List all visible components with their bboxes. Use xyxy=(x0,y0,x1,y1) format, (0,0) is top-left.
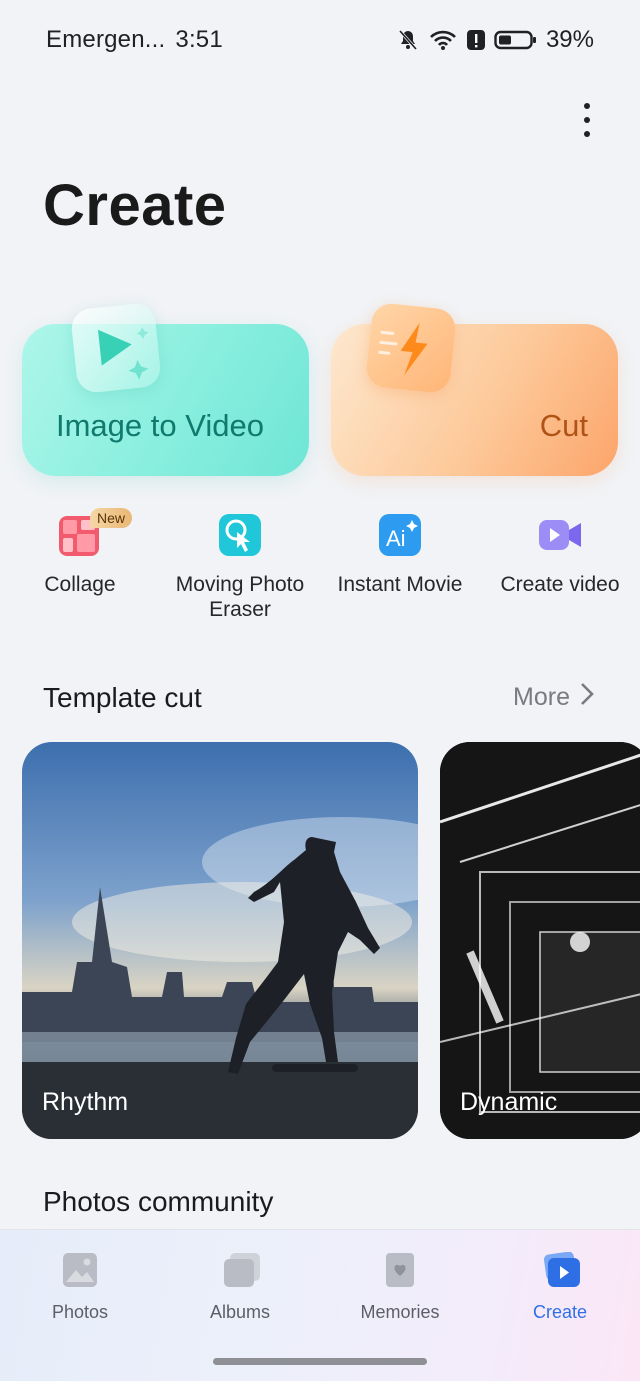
template-card-rhythm[interactable]: Rhythm xyxy=(22,742,418,1139)
more-vert-dot xyxy=(584,131,590,137)
create-icon xyxy=(542,1251,580,1288)
bell-muted-icon xyxy=(396,28,420,52)
template-cut-title: Template cut xyxy=(43,682,202,713)
nav-photos[interactable]: Photos xyxy=(0,1252,160,1323)
more-label: More xyxy=(513,683,570,711)
photo-icon xyxy=(62,1252,98,1288)
image-to-video-label: Image to Video xyxy=(56,408,264,443)
carrier-label: Emergen... xyxy=(46,26,166,53)
home-indicator[interactable] xyxy=(213,1358,427,1365)
more-options-button[interactable] xyxy=(572,100,602,140)
status-bar: Emergen... 3:51 39% xyxy=(0,0,640,80)
new-badge: New xyxy=(90,508,133,528)
more-vert-dot xyxy=(584,117,590,123)
ai-icon: Ai xyxy=(377,512,423,558)
cut-card[interactable]: Cut xyxy=(331,301,618,476)
memories-icon xyxy=(382,1252,418,1288)
nav-create[interactable]: Create xyxy=(480,1251,640,1323)
nav-albums[interactable]: Albums xyxy=(160,1252,320,1323)
wifi-icon xyxy=(428,28,458,52)
video-camera-icon xyxy=(537,512,583,558)
create-video-label: Create video xyxy=(500,573,620,596)
photos-community-title: Photos community xyxy=(43,1186,274,1217)
battery-icon xyxy=(494,28,538,52)
nav-albums-label: Albums xyxy=(209,1302,271,1322)
instant-movie-label: Instant Movie xyxy=(337,573,463,596)
moving-photo-eraser-tool[interactable]: Moving Photo Eraser xyxy=(160,512,320,622)
battery-percent: 39% xyxy=(545,26,594,53)
rhythm-thumbnail xyxy=(22,817,418,1139)
status-right: 39% xyxy=(396,26,594,54)
instant-movie-tool[interactable]: Ai Instant Movie xyxy=(320,512,480,597)
nav-memories[interactable]: Memories xyxy=(320,1252,480,1323)
nav-photos-label: Photos xyxy=(51,1302,109,1322)
collage-label: Collage xyxy=(44,573,116,596)
lightning-icon xyxy=(364,301,458,395)
dynamic-thumbnail xyxy=(440,742,640,1139)
cut-label: Cut xyxy=(539,408,588,443)
image-to-video-card[interactable]: Image to Video xyxy=(22,301,309,476)
play-sparkle-icon xyxy=(69,301,163,395)
touch-eraser-icon xyxy=(217,512,263,558)
page-title: Create xyxy=(43,173,227,238)
clock: 3:51 xyxy=(175,26,223,53)
alert-icon xyxy=(466,28,486,52)
albums-icon xyxy=(222,1252,260,1288)
svg-text:Ai: Ai xyxy=(386,526,406,551)
rhythm-label: Rhythm xyxy=(42,1088,129,1116)
nav-memories-label: Memories xyxy=(360,1302,440,1322)
create-video-tool[interactable]: Create video xyxy=(480,512,640,597)
status-left: Emergen... 3:51 xyxy=(46,26,223,54)
chevron-right-icon xyxy=(580,682,594,713)
more-link[interactable]: More xyxy=(513,682,594,713)
moving-photo-eraser-label: Moving Photo Eraser xyxy=(175,573,305,621)
nav-create-label: Create xyxy=(532,1302,588,1322)
collage-tool[interactable]: New Collage xyxy=(0,508,160,597)
template-card-dynamic[interactable]: Dynamic xyxy=(440,742,640,1139)
dynamic-label: Dynamic xyxy=(460,1088,558,1116)
more-vert-icon xyxy=(584,103,590,109)
